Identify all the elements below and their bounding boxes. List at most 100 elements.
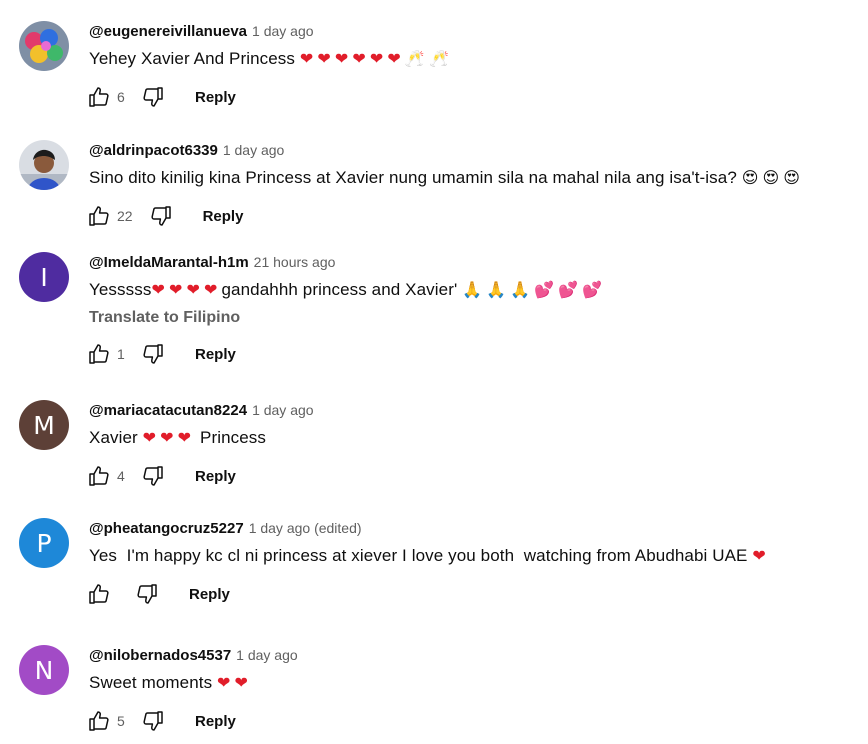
heart-emoji: ❤ [151, 280, 165, 299]
avatar[interactable]: P [19, 518, 69, 568]
dislike-button[interactable] [133, 580, 161, 608]
like-button[interactable] [85, 462, 113, 490]
thumbs-down-icon [143, 87, 163, 107]
like-count: 1 [117, 346, 125, 362]
reply-button[interactable]: Reply [203, 208, 244, 225]
person-photo-avatar-icon [19, 140, 69, 190]
two-hearts-emoji: 💕 [558, 280, 579, 299]
thumbs-down-icon [137, 584, 157, 604]
avatar[interactable] [19, 21, 69, 71]
reply-button[interactable]: Reply [195, 346, 236, 363]
comment-actions: 1 Reply [85, 338, 859, 370]
reply-button[interactable]: Reply [195, 713, 236, 730]
comment-time[interactable]: 1 day ago (edited) [249, 520, 362, 536]
comment-author[interactable]: @nilobernados4537 [89, 647, 231, 664]
heart-eyes-emoji: 😍 [741, 168, 759, 187]
thumbs-down-icon [143, 466, 163, 486]
comment-text-content: Princess [200, 428, 266, 447]
comment-time[interactable]: 1 day ago [252, 402, 314, 418]
avatar[interactable]: I [19, 252, 69, 302]
comment-author[interactable]: @ImeldaMarantal-h1m [89, 254, 249, 271]
comment-text-content: Yehey Xavier And Princess [89, 49, 295, 68]
heart-emoji: ❤ [299, 49, 314, 68]
comment-author[interactable]: @eugenereivillanueva [89, 23, 247, 40]
two-hearts-emoji: 💕 [582, 280, 603, 299]
like-count: 22 [117, 208, 133, 224]
comment-text-content: Sweet moments [89, 673, 213, 692]
comment-time[interactable]: 1 day ago [236, 647, 298, 663]
avatar[interactable]: N [19, 645, 69, 695]
comment-actions: 22 Reply [85, 200, 859, 232]
heart-emoji: ❤ [142, 428, 157, 447]
avatar[interactable]: M [19, 400, 69, 450]
like-button[interactable] [85, 580, 113, 608]
thumbs-down-icon [150, 206, 171, 226]
folded-hands-emoji: 🙏 [462, 280, 483, 299]
avatar[interactable] [19, 140, 69, 190]
two-hearts-emoji: 💕 [534, 280, 555, 299]
comment-text-content: Xavier [89, 428, 138, 447]
comment-author[interactable]: @pheatangocruz5227 [89, 520, 244, 537]
like-button[interactable] [85, 340, 113, 368]
dislike-button[interactable] [139, 83, 167, 111]
like-button[interactable] [85, 202, 113, 230]
like-button[interactable] [85, 707, 113, 735]
heart-emoji: ❤ [160, 428, 174, 447]
avatar-letter: M [33, 410, 55, 440]
like-count: 6 [117, 89, 125, 105]
comment-author[interactable]: @aldrinpacot6339 [89, 142, 218, 159]
reply-button[interactable]: Reply [189, 586, 230, 603]
heart-emoji: ❤ [168, 280, 183, 299]
dislike-button[interactable] [139, 707, 167, 735]
dislike-button[interactable] [147, 202, 175, 230]
comment-time[interactable]: 1 day ago [223, 142, 285, 158]
comment-actions: 6 Reply [85, 81, 859, 113]
comment-time[interactable]: 1 day ago [252, 23, 314, 39]
comment-actions: 4 Reply [85, 460, 859, 492]
thumbs-up-icon [89, 206, 109, 226]
thumbs-down-icon [143, 711, 163, 731]
comment-text-content: gandahhh princess and Xavier' [221, 280, 458, 299]
folded-hands-emoji: 🙏 [510, 280, 531, 299]
thumbs-up-icon [89, 87, 109, 107]
comment-text: Yehey Xavier And Princess ❤ ❤ ❤ ❤ ❤ ❤ 🥂 🥂 [89, 47, 859, 71]
heart-emoji: ❤ [177, 428, 192, 447]
heart-emoji: ❤ [186, 280, 200, 299]
comment-text-content: Yes I'm happy kc cl ni princess at xieve… [89, 546, 748, 565]
like-count: 5 [117, 713, 125, 729]
thumbs-down-icon [143, 344, 163, 364]
heart-emoji: ❤ [317, 49, 331, 68]
clinking-glasses-emoji: 🥂 [404, 49, 425, 68]
clinking-glasses-emoji: 🥂 [428, 49, 449, 68]
comment-text-content: Sino dito kinilig kina Princess at Xavie… [89, 168, 737, 187]
thumbs-up-icon [89, 344, 109, 364]
reply-button[interactable]: Reply [195, 468, 236, 485]
colorful-photo-avatar-icon [19, 21, 69, 71]
comment-text: Xavier ❤ ❤ ❤ Princess [89, 426, 859, 450]
thumbs-up-icon [89, 584, 109, 604]
comment-actions: Reply [85, 578, 859, 610]
translate-button[interactable]: Translate to Filipino [89, 307, 859, 329]
reply-button[interactable]: Reply [195, 89, 236, 106]
avatar-letter: I [40, 262, 48, 292]
heart-emoji: ❤ [334, 49, 349, 68]
dislike-button[interactable] [139, 462, 167, 490]
like-button[interactable] [85, 83, 113, 111]
heart-emoji: ❤ [217, 673, 231, 692]
heart-eyes-emoji: 😍 [762, 168, 780, 187]
heart-eyes-emoji: 😍 [783, 168, 801, 187]
dislike-button[interactable] [139, 340, 167, 368]
comment-actions: 5 Reply [85, 705, 859, 737]
comment-text: Yesssss❤ ❤ ❤ ❤ gandahhh princess and Xavier'… [89, 278, 859, 302]
heart-emoji: ❤ [203, 280, 218, 299]
comment-author[interactable]: @mariacatacutan8224 [89, 402, 247, 419]
thumbs-up-icon [89, 711, 109, 731]
comment-time[interactable]: 21 hours ago [254, 254, 336, 270]
heart-emoji: ❤ [369, 49, 384, 68]
heart-emoji: ❤ [234, 673, 249, 692]
avatar-letter: N [34, 655, 54, 685]
heart-emoji: ❤ [352, 49, 366, 68]
comment-text-content: Yesssss [89, 280, 152, 299]
heart-emoji: ❤ [752, 546, 766, 565]
folded-hands-emoji: 🙏 [486, 280, 507, 299]
